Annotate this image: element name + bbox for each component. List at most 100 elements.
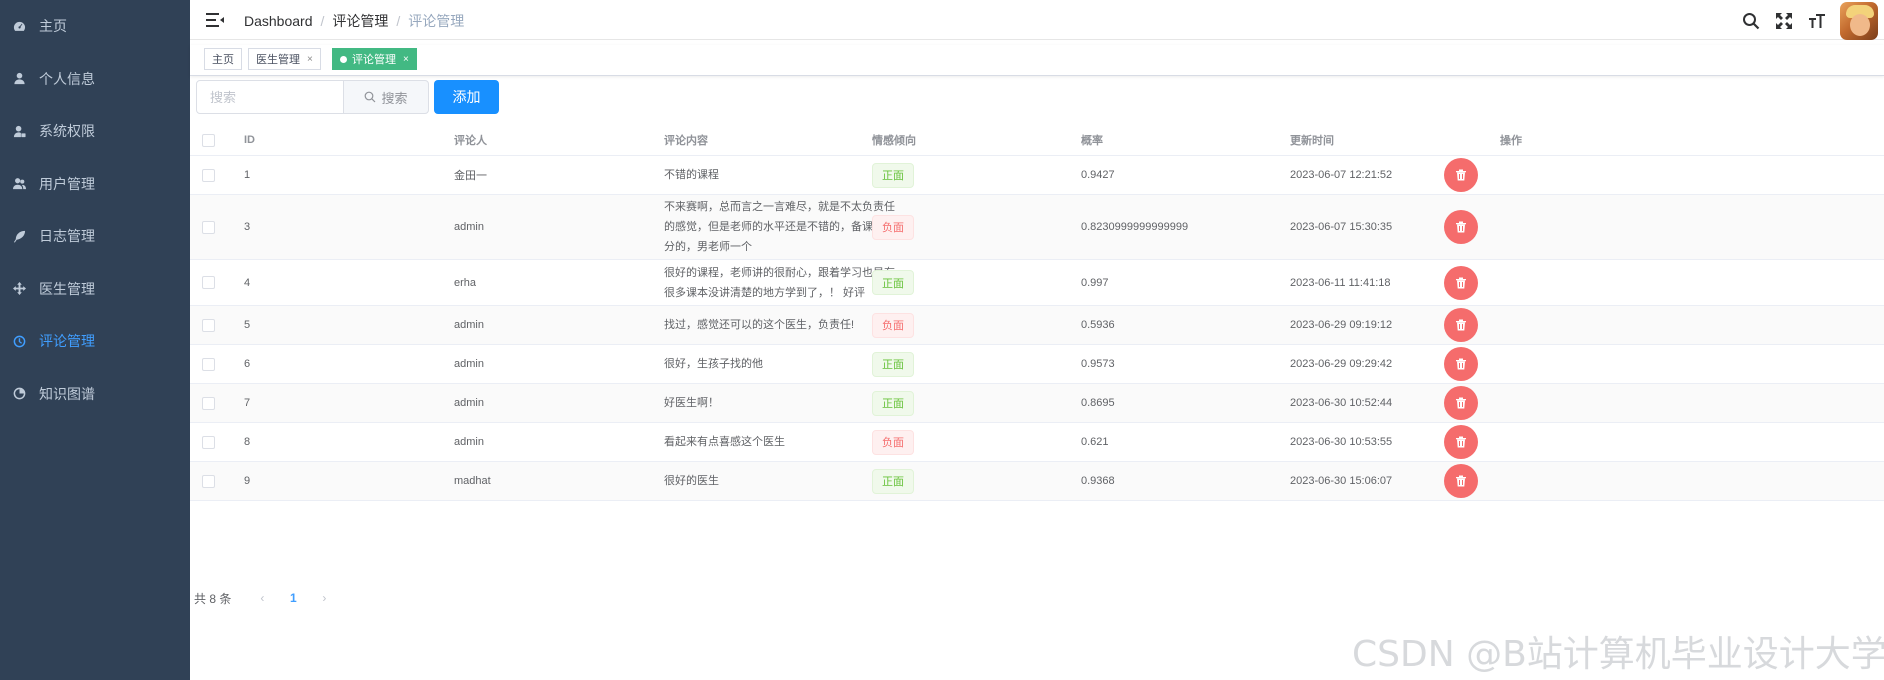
id-cell: 4 — [244, 260, 250, 305]
right-menu — [1741, 2, 1878, 40]
user-cell: admin — [454, 423, 484, 461]
user-cell: admin — [454, 384, 484, 422]
page-number[interactable]: 1 — [278, 591, 308, 605]
row-checkbox[interactable] — [202, 318, 215, 332]
prob-cell: 0.8230999999999999 — [1081, 195, 1188, 259]
sentiment-tag: 正面 — [872, 162, 914, 188]
sentiment-cell: 负面 — [872, 195, 914, 259]
row-checkbox[interactable] — [202, 357, 215, 371]
row-prob: 0.8695 — [1081, 397, 1115, 409]
font-size-icon[interactable] — [1807, 11, 1827, 31]
prob-cell: 0.5936 — [1081, 306, 1115, 344]
sidebar-item-6[interactable]: 医生管理 — [0, 263, 190, 316]
select-all-checkbox[interactable] — [202, 133, 215, 147]
column-header-label: 评论人 — [454, 135, 487, 147]
clock-icon — [12, 334, 26, 348]
sidebar-item-3[interactable]: 系统权限 — [0, 105, 190, 158]
delete-button[interactable] — [1444, 386, 1478, 420]
row-time: 2023-06-07 15:30:35 — [1290, 221, 1393, 233]
row-checkbox[interactable] — [202, 276, 215, 289]
breadcrumb-comment-parent[interactable]: 评论管理 — [332, 11, 388, 31]
column-id: ID — [244, 125, 255, 155]
hamburger-menu-icon[interactable] — [206, 12, 224, 28]
row-time: 2023-06-30 15:06:07 — [1290, 475, 1393, 487]
prev-page-icon[interactable]: ‹ — [252, 591, 272, 605]
next-page-icon[interactable]: › — [314, 591, 334, 605]
sidebar: 主页个人信息系统权限 用户管理 日志管理 医生管理 评论管理 知识图谱 — [0, 0, 190, 680]
close-icon[interactable]: × — [307, 54, 313, 65]
tag-label: 评论管理 — [352, 54, 396, 66]
sidebar-item-1[interactable]: 主页 — [0, 0, 190, 53]
time-cell: 2023-06-29 09:19:12 — [1290, 306, 1392, 344]
sentiment-cell: 正面 — [872, 462, 914, 500]
row-content: 不来赛啊，总而言之一言难尽，就是不太负责任的感觉，但是老师的水平还是不错的，备课… — [664, 201, 895, 253]
search-icon[interactable] — [1741, 11, 1761, 31]
sidebar-item-label: 主页 — [39, 18, 67, 35]
sidebar-item-2[interactable]: 个人信息 — [0, 53, 190, 106]
row-checkbox[interactable] — [202, 168, 215, 182]
row-checkbox[interactable] — [202, 474, 215, 488]
row-select-cell — [202, 384, 215, 422]
user-cell: erha — [454, 260, 476, 305]
row-checkbox[interactable] — [202, 220, 215, 234]
table-row: 7 admin 好医生啊！ 正面 0.8695 2023-06-30 10:52:44 — [190, 384, 1884, 423]
delete-button[interactable] — [1444, 265, 1478, 300]
time-cell: 2023-06-07 15:30:35 — [1290, 195, 1392, 259]
table-row: 9 madhat 很好的医生 正面 0.9368 2023-06-30 15:06:07 — [190, 462, 1884, 501]
fullscreen-icon[interactable] — [1774, 11, 1794, 31]
time-cell: 2023-06-29 09:29:42 — [1290, 345, 1392, 383]
row-content: 不错的课程 — [664, 169, 719, 181]
delete-button[interactable] — [1444, 464, 1478, 498]
sidebar-item-5[interactable]: 日志管理 — [0, 210, 190, 263]
delete-button[interactable] — [1444, 425, 1478, 459]
prob-cell: 0.8695 — [1081, 384, 1115, 422]
row-prob: 0.621 — [1081, 436, 1109, 448]
sentiment-tag: 正面 — [872, 390, 914, 416]
user-avatar[interactable] — [1840, 2, 1878, 40]
breadcrumb-dashboard[interactable]: Dashboard — [244, 13, 313, 29]
row-select-cell — [202, 462, 215, 500]
time-cell: 2023-06-30 10:53:55 — [1290, 423, 1392, 461]
dashboard-icon — [12, 19, 26, 33]
search-button[interactable]: 搜索 — [343, 80, 429, 114]
sidebar-item-4[interactable]: 用户管理 — [0, 158, 190, 211]
delete-button[interactable] — [1444, 308, 1478, 342]
search-input[interactable] — [196, 80, 344, 114]
sentiment-cell: 正面 — [872, 345, 914, 383]
breadcrumb-current: 评论管理 — [408, 13, 465, 29]
row-select-cell — [202, 156, 215, 194]
column-header-label: 评论内容 — [664, 135, 708, 147]
tag-comment-management[interactable]: 评论管理 × — [332, 48, 417, 70]
tag-home[interactable]: 主页 — [204, 48, 242, 70]
sidebar-menu: 主页个人信息系统权限 用户管理 日志管理 医生管理 评论管理 知识图谱 — [0, 0, 190, 420]
row-content: 好医生啊！ — [664, 397, 719, 409]
row-checkbox[interactable] — [202, 435, 215, 449]
content-cell: 很好的医生 — [664, 462, 902, 500]
column-header-label: 更新时间 — [1290, 135, 1334, 147]
time-cell: 2023-06-30 10:52:44 — [1290, 384, 1392, 422]
sentiment-tag: 负面 — [872, 429, 914, 455]
delete-button[interactable] — [1444, 158, 1478, 192]
prob-cell: 0.9573 — [1081, 345, 1115, 383]
add-button[interactable]: 添加 — [434, 80, 499, 114]
sidebar-item-7[interactable]: 评论管理 — [0, 315, 190, 368]
row-checkbox[interactable] — [202, 396, 215, 410]
row-user: 金田一 — [454, 170, 487, 182]
sidebar-item-8[interactable]: 知识图谱 — [0, 368, 190, 421]
time-cell: 2023-06-07 12:21:52 — [1290, 156, 1392, 194]
row-time: 2023-06-11 11:41:18 — [1290, 276, 1391, 289]
row-select-cell — [202, 260, 215, 305]
user-cell: madhat — [454, 462, 491, 500]
delete-button[interactable] — [1444, 347, 1478, 381]
row-id: 9 — [244, 475, 251, 487]
tag-doctor-management[interactable]: 医生管理 × — [248, 48, 321, 70]
user-cell: admin — [454, 195, 484, 259]
delete-button[interactable] — [1444, 210, 1478, 244]
column-header-label: 操作 — [1500, 135, 1522, 147]
sidebar-item-label: 个人信息 — [39, 70, 95, 87]
close-icon[interactable]: × — [403, 54, 409, 65]
row-prob: 0.8230999999999999 — [1081, 221, 1189, 233]
column-header-label: 概率 — [1081, 135, 1103, 147]
trash-icon — [1456, 277, 1466, 288]
id-cell: 5 — [244, 306, 250, 344]
